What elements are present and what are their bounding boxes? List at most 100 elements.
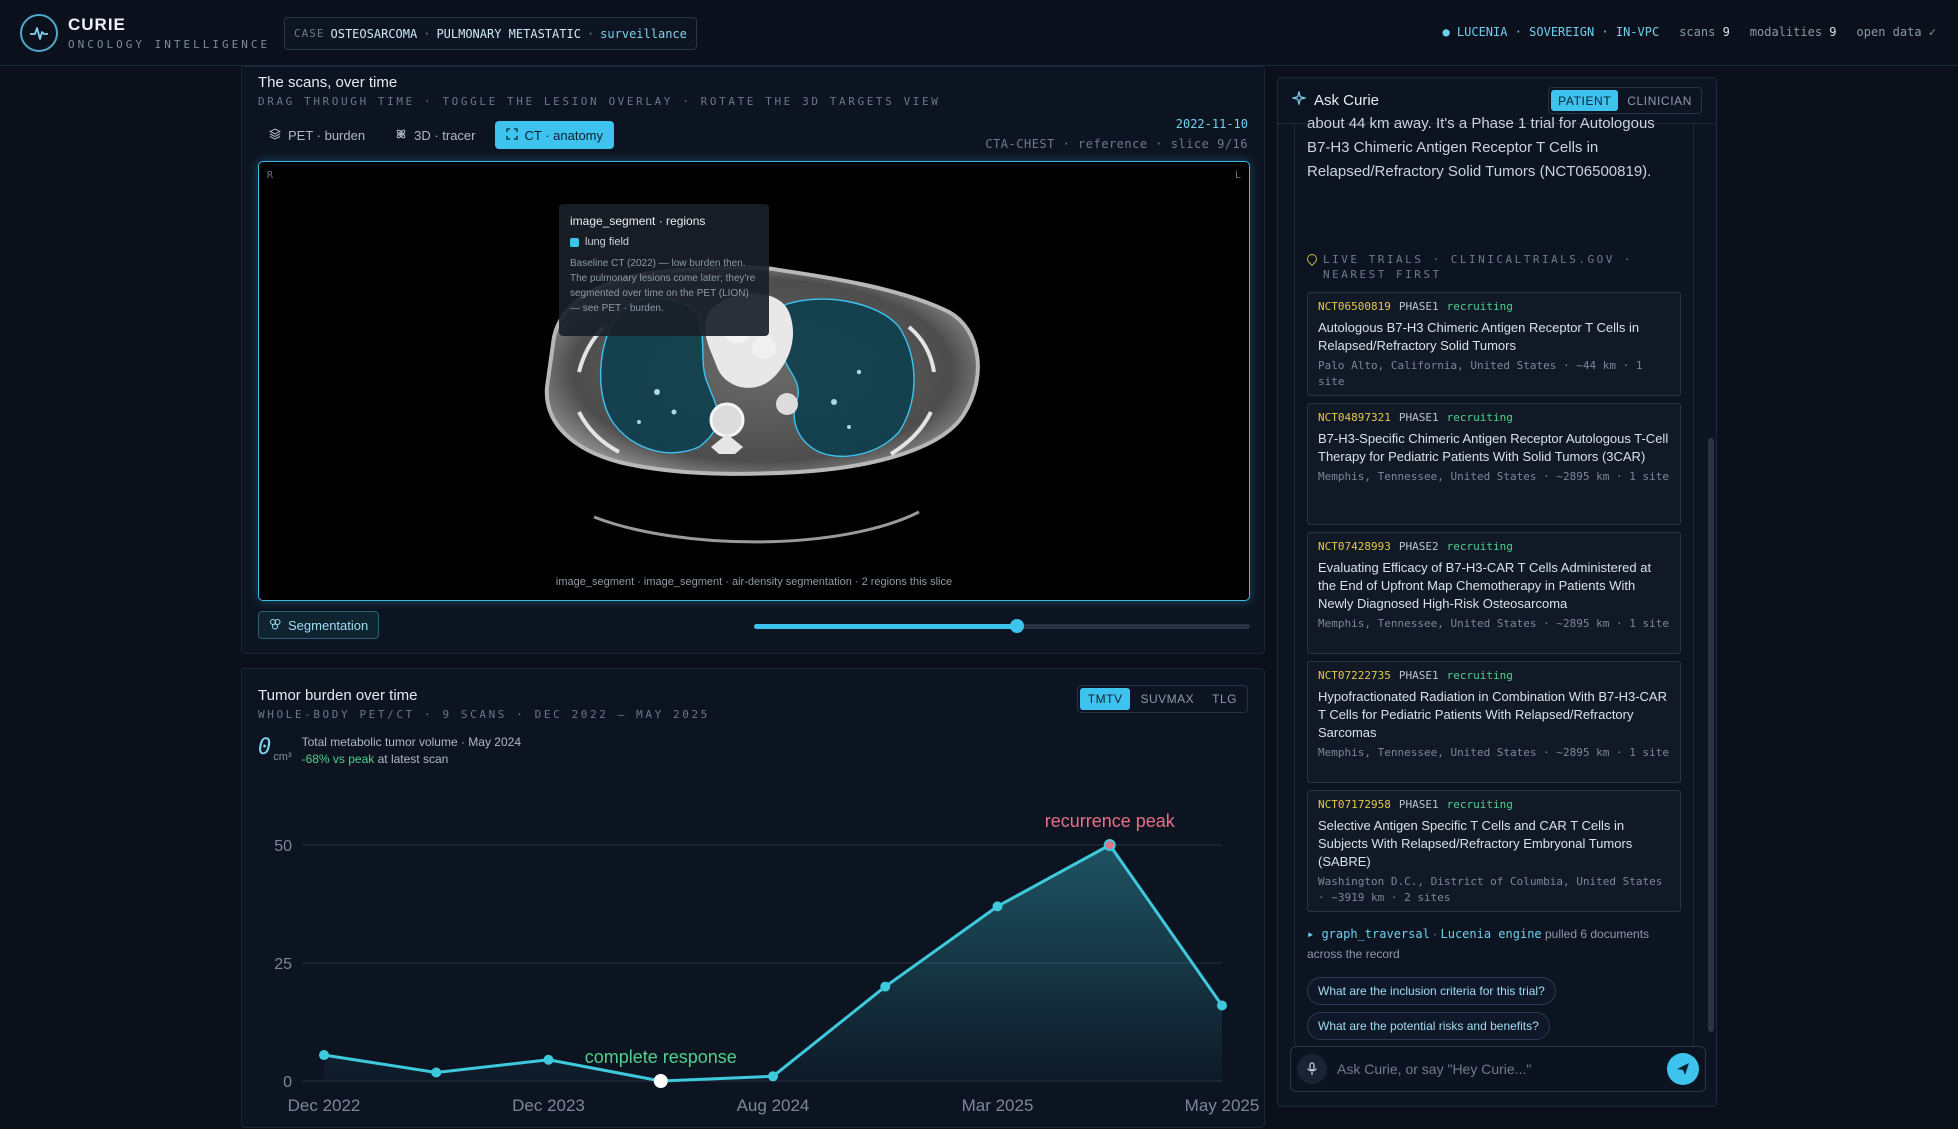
- sovereign-status: ● LUCENIA · SOVEREIGN · IN-VPC: [1442, 25, 1660, 39]
- sparkle-icon: [1290, 89, 1308, 110]
- engine-separator: ·: [1429, 927, 1441, 941]
- scans-title: The scans, over time: [258, 74, 398, 91]
- conversation: about 44 km away. It's a Phase 1 trial f…: [1294, 115, 1694, 1084]
- send-icon[interactable]: [1667, 1053, 1699, 1085]
- annotation-label: complete response: [585, 1047, 737, 1067]
- trial-card[interactable]: NCT07428993 PHASE2 recruiting Evaluating E…: [1307, 532, 1681, 654]
- trial-meta: NCT07428993 PHASE2 recruiting: [1318, 540, 1670, 553]
- ask-curie-panel: Ask Curie PATIENT CLINICIAN about 44 km …: [1277, 77, 1717, 1107]
- case-selector[interactable]: CASE OSTEOSARCOMA · PULMONARY METASTATIC…: [284, 17, 697, 50]
- segmentation-button[interactable]: Segmentation: [258, 611, 380, 639]
- burden-title: Tumor burden over time: [258, 687, 418, 704]
- tooltip-title: image_segment · regions: [570, 214, 706, 228]
- trial-id: NCT07428993: [1318, 540, 1391, 553]
- tab-pet-burden[interactable]: PET · burden: [258, 121, 376, 149]
- tab-label: CT · anatomy: [524, 127, 604, 143]
- trial-title: Evaluating Efficacy of B7-H3-CAR T Cells…: [1318, 560, 1652, 611]
- scan-icon: [505, 127, 518, 143]
- time-slider[interactable]: [754, 619, 1250, 633]
- case-separator: ·: [586, 26, 595, 41]
- ask-input[interactable]: [1337, 1061, 1667, 1077]
- tab-3d-tracer[interactable]: 3D · tracer: [384, 121, 486, 149]
- trial-meta: NCT07222735 PHASE1 recruiting: [1318, 669, 1670, 682]
- data-point: [768, 1071, 778, 1082]
- data-point: [1103, 839, 1116, 851]
- segment-tooltip: image_segment · regions lung field Basel…: [559, 204, 769, 336]
- data-point: [431, 1067, 442, 1078]
- mode-clinician[interactable]: CLINICIAN: [1620, 90, 1699, 111]
- segmentation-label: Segmentation: [288, 617, 369, 633]
- top-bar: CURIE ONCOLOGY INTELLIGENCE CASE OSTEOSA…: [0, 0, 1958, 66]
- trial-title: B7-H3-Specific Chimeric Antigen Receptor…: [1318, 431, 1669, 464]
- tab-ct-anatomy[interactable]: CT · anatomy: [494, 121, 615, 149]
- trial-location: Palo Alto, California, United States · ~…: [1318, 359, 1643, 388]
- suggestion-chip[interactable]: What are the potential risks and benefit…: [1307, 1012, 1550, 1040]
- trial-card[interactable]: NCT04897321 PHASE1 recruiting B7-H3-Specif…: [1307, 403, 1681, 525]
- microphone-icon[interactable]: [1297, 1054, 1327, 1084]
- tooltip-description: Baseline CT (2022) — low burden then. Th…: [570, 258, 756, 314]
- modalities-count: 9: [1829, 25, 1837, 39]
- trial-title: Selective Antigen Specific T Cells and C…: [1318, 818, 1633, 869]
- trial-card[interactable]: NCT07172958 PHASE1 recruiting Selective An…: [1307, 790, 1681, 912]
- modalities-label: modalities: [1749, 25, 1823, 39]
- trials-header-label: LIVE TRIALS · CLINICALTRIALS.GOV · NEARE…: [1323, 253, 1634, 281]
- segmentation-icon: [269, 618, 281, 633]
- legend-swatch: [570, 237, 579, 247]
- trial-status: recruiting: [1446, 669, 1513, 682]
- case-phase: surveillance: [600, 26, 687, 41]
- scans-count-stat: scans 9: [1679, 25, 1730, 39]
- tooltip-legend: lung field: [570, 236, 758, 248]
- ask-input-bar: [1290, 1046, 1706, 1092]
- burden-subtitle: WHOLE-BODY PET/CT · 9 SCANS · DEC 2022 –…: [258, 708, 710, 721]
- x-tick-label: Dec 2022: [288, 1096, 361, 1115]
- metric-tab-suvmax[interactable]: SUVMAX: [1132, 688, 1202, 710]
- open-data-stat: open data ✓: [1856, 25, 1936, 39]
- x-tick-label: Mar 2025: [962, 1096, 1034, 1115]
- annotation-label: recurrence peak: [1045, 811, 1176, 831]
- scans-count: 9: [1722, 25, 1730, 39]
- brand-subtitle: ONCOLOGY INTELLIGENCE: [68, 38, 271, 51]
- trial-title: Autologous B7-H3 Chimeric Antigen Recept…: [1318, 320, 1640, 353]
- x-tick-label: Dec 2023: [512, 1096, 585, 1115]
- trial-id: NCT07172958: [1318, 798, 1391, 811]
- legend-label: lung field: [585, 236, 630, 248]
- engine-tool: ▸ graph_traversal: [1307, 927, 1430, 941]
- trial-card[interactable]: NCT06500819 PHASE1 recruiting Autologous B…: [1307, 292, 1681, 396]
- conversation-scrollbar[interactable]: [1708, 438, 1714, 1032]
- modalities-stat: modalities 9: [1750, 25, 1837, 39]
- metric-toggle: TMTV SUVMAX TLG: [1076, 685, 1248, 713]
- trial-phase: PHASE1: [1398, 300, 1439, 313]
- trial-meta: NCT04897321 PHASE1 recruiting: [1318, 411, 1670, 424]
- scan-date: 2022-11-10: [1175, 117, 1248, 131]
- slider-handle[interactable]: [1009, 619, 1024, 633]
- kpi-description: Total metabolic tumor volume · May 2024: [301, 735, 522, 749]
- suggestion-chip[interactable]: What are the inclusion criteria for this…: [1307, 977, 1556, 1005]
- metric-tab-tmtv[interactable]: TMTV: [1079, 688, 1131, 710]
- data-point: [992, 901, 1003, 912]
- scans-panel: The scans, over time DRAG THROUGH TIME ·…: [241, 66, 1265, 654]
- case-separator: ·: [423, 26, 431, 41]
- trial-card[interactable]: NCT07222735 PHASE1 recruiting Hypofraction…: [1307, 661, 1681, 783]
- case-disease: OSTEOSARCOMA: [330, 26, 418, 41]
- tumor-burden-chart: 0 25 50 recurrence peak complete response Dec…: [274, 811, 1259, 1115]
- kpi-delta-value: -68% vs peak: [301, 752, 375, 766]
- trials-header: LIVE TRIALS · CLINICALTRIALS.GOV · NEARE…: [1304, 251, 1682, 282]
- metric-tab-tlg[interactable]: TLG: [1204, 688, 1245, 710]
- ask-title: Ask Curie: [1314, 92, 1380, 109]
- trial-id: NCT04897321: [1318, 411, 1391, 424]
- kpi-delta: -68% vs peak at latest scan: [302, 752, 521, 766]
- y-tick-label: 25: [274, 956, 292, 973]
- tab-label: 3D · tracer: [414, 127, 476, 143]
- kpi-value: 0: [258, 735, 272, 760]
- ct-image-viewer[interactable]: R L image_segment · regions lung field B…: [258, 161, 1250, 601]
- case-label: CASE: [294, 27, 325, 40]
- x-tick-label: Aug 2024: [737, 1096, 810, 1115]
- trial-meta: NCT06500819 PHASE1 recruiting: [1318, 300, 1670, 313]
- brand-name: CURIE: [68, 15, 126, 34]
- atom-icon: [395, 128, 407, 143]
- engine-name: Lucenia engine: [1440, 927, 1542, 941]
- y-tick-label: 0: [283, 1074, 292, 1091]
- brand: CURIE ONCOLOGY INTELLIGENCE: [68, 15, 270, 51]
- mode-patient[interactable]: PATIENT: [1551, 90, 1619, 111]
- data-point: [319, 1050, 329, 1061]
